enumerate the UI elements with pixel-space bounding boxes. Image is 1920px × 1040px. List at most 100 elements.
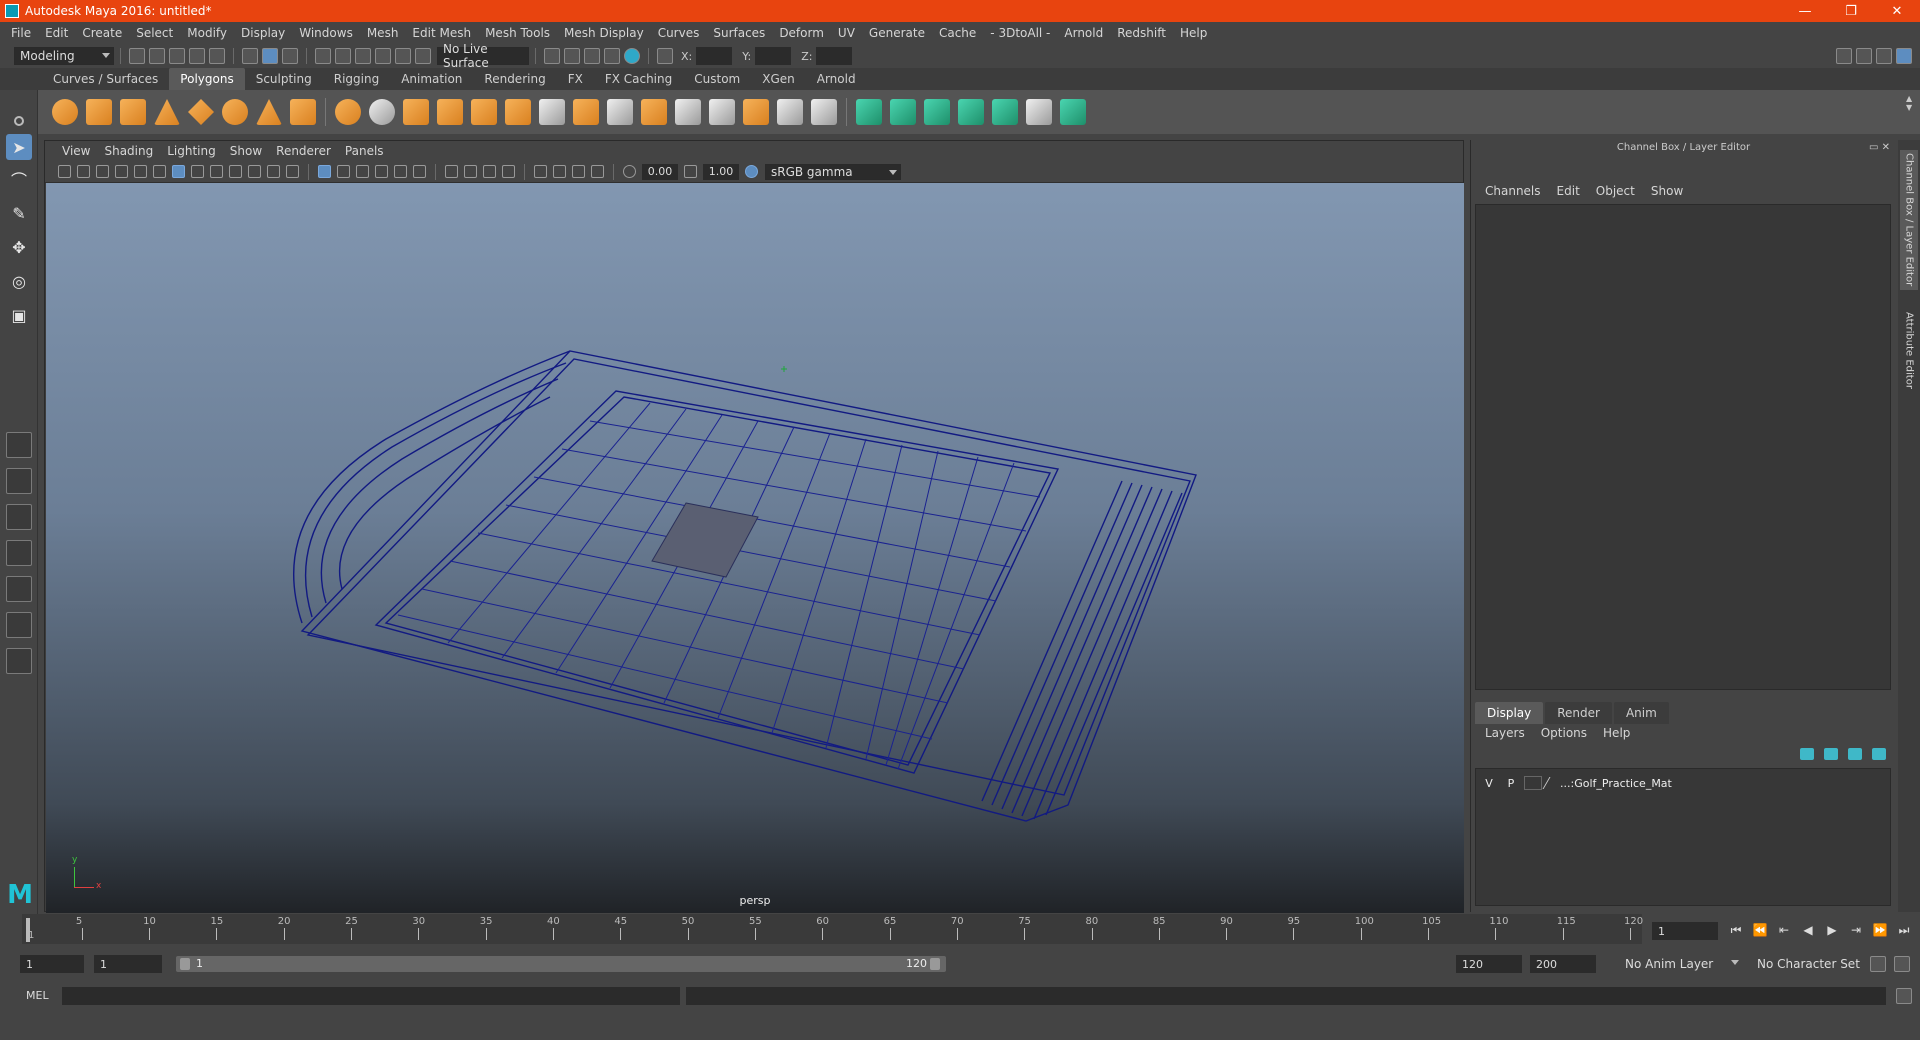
screen-space-ao-icon[interactable]	[445, 165, 458, 178]
menu-uv[interactable]: UV	[831, 26, 862, 40]
snap-point-icon[interactable]	[355, 48, 371, 64]
auto-key-icon[interactable]	[1870, 956, 1886, 972]
minimize-button[interactable]: —	[1782, 0, 1828, 22]
character-set-dropdown[interactable]: No Character Set	[1752, 955, 1864, 973]
select-object-icon[interactable]	[262, 48, 278, 64]
shelf-tab-animation[interactable]: Animation	[390, 68, 473, 90]
scale-tool-icon[interactable]: ▣	[6, 302, 32, 328]
menu-edit[interactable]: Edit	[38, 26, 75, 40]
menu-redshift[interactable]: Redshift	[1110, 26, 1173, 40]
smooth-icon[interactable]	[403, 99, 429, 125]
depth-of-field-icon[interactable]	[502, 165, 515, 178]
layer-tab-display[interactable]: Display	[1475, 702, 1544, 724]
rotate-tool-icon[interactable]: ◎	[6, 268, 32, 294]
cb-menu-show[interactable]: Show	[1643, 184, 1691, 198]
persp-outliner-layout-icon[interactable]	[6, 504, 32, 530]
new-scene-icon[interactable]	[129, 48, 145, 64]
live-surface-field[interactable]: No Live Surface	[437, 42, 529, 70]
new-empty-layer-icon[interactable]	[1848, 748, 1862, 760]
menu-generate[interactable]: Generate	[862, 26, 932, 40]
checker-map-icon[interactable]	[1026, 99, 1052, 125]
le-menu-help[interactable]: Help	[1595, 726, 1638, 740]
uv-editor-icon[interactable]	[992, 99, 1018, 125]
menu-windows[interactable]: Windows	[292, 26, 360, 40]
x-input[interactable]	[696, 47, 733, 65]
command-input[interactable]	[62, 987, 680, 1005]
channel-box-toggle-icon[interactable]	[1896, 48, 1912, 64]
bridge-icon[interactable]	[675, 99, 701, 125]
shelf-tab-arnold[interactable]: Arnold	[806, 68, 867, 90]
merge-icon[interactable]	[777, 99, 803, 125]
side-tab-attribute-editor[interactable]: Attribute Editor	[1900, 300, 1918, 400]
menu-arnold[interactable]: Arnold	[1057, 26, 1110, 40]
menu-mesh-display[interactable]: Mesh Display	[557, 26, 651, 40]
select-hierarchy-icon[interactable]	[242, 48, 258, 64]
poly-cone-icon[interactable]	[154, 99, 180, 125]
range-end-handle[interactable]	[930, 958, 940, 970]
grease-pencil-icon[interactable]	[153, 165, 166, 178]
target-weld-icon[interactable]	[811, 99, 837, 125]
menu-help[interactable]: Help	[1173, 26, 1214, 40]
poly-pyramid-icon[interactable]	[256, 99, 282, 125]
layer-tab-anim[interactable]: Anim	[1613, 702, 1669, 724]
render-current-frame-icon[interactable]	[544, 48, 560, 64]
xray-icon[interactable]	[553, 165, 566, 178]
menu-deform[interactable]: Deform	[772, 26, 831, 40]
poly-sphere-icon[interactable]	[52, 99, 78, 125]
view-2d-pan-icon[interactable]	[134, 165, 147, 178]
step-forward-frame-icon[interactable]: ⏩	[1870, 922, 1890, 938]
menu-select[interactable]: Select	[129, 26, 180, 40]
shelf-settings-icon[interactable]	[14, 116, 24, 126]
menu-surfaces[interactable]: Surfaces	[706, 26, 772, 40]
use-all-lights-icon[interactable]	[394, 165, 407, 178]
menu-curves[interactable]: Curves	[651, 26, 707, 40]
exposure-icon[interactable]	[623, 165, 636, 178]
cb-menu-object[interactable]: Object	[1588, 184, 1643, 198]
open-scene-icon[interactable]	[149, 48, 165, 64]
film-gate-icon[interactable]	[191, 165, 204, 178]
le-menu-options[interactable]: Options	[1533, 726, 1595, 740]
anim-layer-dropdown[interactable]: No Anim Layer	[1620, 955, 1742, 973]
go-to-start-icon[interactable]: ⏮	[1726, 922, 1746, 938]
shelf-tab-sculpting[interactable]: Sculpting	[245, 68, 323, 90]
play-backwards-icon[interactable]: ◀	[1798, 922, 1818, 938]
animation-preferences-icon[interactable]	[1894, 956, 1910, 972]
close-button[interactable]: ✕	[1874, 0, 1920, 22]
snap-surface-icon[interactable]	[415, 48, 431, 64]
menu-modify[interactable]: Modify	[180, 26, 234, 40]
shelf-tab-xgen[interactable]: XGen	[751, 68, 806, 90]
undo-icon[interactable]	[189, 48, 205, 64]
animation-end-field[interactable]: 200	[1530, 955, 1596, 973]
select-tool-icon[interactable]: ➤	[6, 134, 32, 160]
lasso-tool-icon[interactable]: ⌒	[6, 166, 32, 192]
separate-icon[interactable]	[369, 99, 395, 125]
ipr-render-icon[interactable]	[564, 48, 580, 64]
offset-edge-loop-icon[interactable]	[607, 99, 633, 125]
panel-menu-view[interactable]: View	[55, 144, 97, 158]
step-back-key-icon[interactable]: ⇤	[1774, 922, 1794, 938]
gamma-icon[interactable]	[684, 165, 697, 178]
shelf-tab-polygons[interactable]: Polygons	[169, 68, 245, 90]
bevel-icon[interactable]	[641, 99, 667, 125]
shelf-tab-rendering[interactable]: Rendering	[473, 68, 556, 90]
anti-aliasing-icon[interactable]	[483, 165, 496, 178]
time-slider[interactable]: 1 5 10 15 20 25 30 35 40 45 50 55 60 65 70 75 80 85 90 95 1…	[22, 914, 1643, 944]
view-transform-dropdown[interactable]: sRGB gamma	[765, 163, 901, 180]
shelf-tab-curves-surfaces[interactable]: Curves / Surfaces	[42, 68, 169, 90]
custom-layout-icon[interactable]	[6, 648, 32, 674]
menu-set-dropdown[interactable]: Modeling	[14, 47, 114, 65]
cb-menu-edit[interactable]: Edit	[1549, 184, 1588, 198]
panel-menu-lighting[interactable]: Lighting	[160, 144, 223, 158]
snap-curve-icon[interactable]	[335, 48, 351, 64]
shelf-tab-rigging[interactable]: Rigging	[323, 68, 390, 90]
playback-start-field[interactable]: 1	[94, 955, 162, 973]
camera-attributes-icon[interactable]	[77, 165, 90, 178]
go-to-end-icon[interactable]: ⏭	[1894, 922, 1914, 938]
menu-3dtoall[interactable]: - 3DtoAll -	[983, 26, 1057, 40]
layer-color-swatch[interactable]	[1524, 776, 1542, 790]
layer-playback-toggle[interactable]: P	[1502, 775, 1520, 791]
automatic-mapping-icon[interactable]	[958, 99, 984, 125]
y-input[interactable]	[755, 47, 792, 65]
persp-graph-layout-icon[interactable]	[6, 540, 32, 566]
range-slider-bar[interactable]: 1 120	[176, 956, 946, 972]
